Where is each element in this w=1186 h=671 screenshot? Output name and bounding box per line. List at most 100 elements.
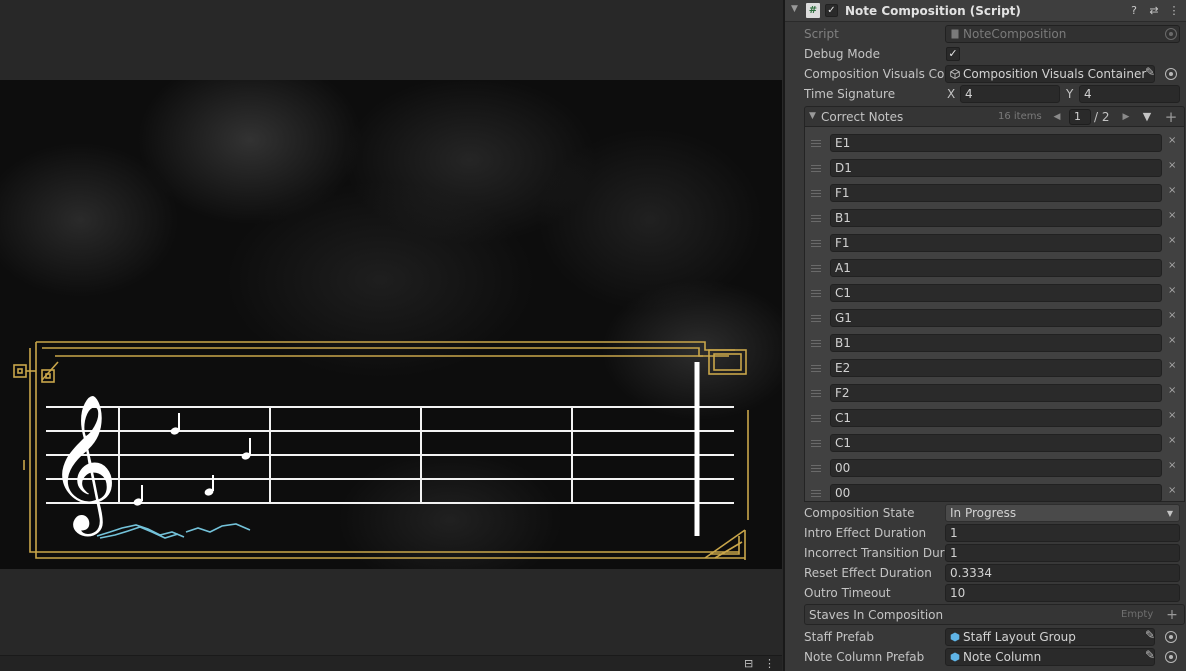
edit-pencil-icon[interactable]: ✎ xyxy=(1145,65,1155,79)
edit-pencil-icon[interactable]: ✎ xyxy=(1145,628,1155,642)
intro-effect-duration-field[interactable]: 1 xyxy=(945,524,1180,542)
note-value-field[interactable]: E2 xyxy=(830,359,1162,377)
staff-prefab-field[interactable]: Staff Layout Group xyxy=(945,628,1155,646)
list-item[interactable]: 00 × xyxy=(805,456,1184,481)
remove-element-icon[interactable]: × xyxy=(1168,460,1176,471)
object-picker-icon[interactable] xyxy=(1165,68,1177,80)
remove-element-icon[interactable]: × xyxy=(1168,235,1176,246)
drag-handle-icon[interactable] xyxy=(811,140,821,147)
page-prev-icon[interactable]: ◀ xyxy=(1049,109,1065,125)
remove-element-icon[interactable]: × xyxy=(1168,160,1176,171)
list-item[interactable]: C1 × xyxy=(805,281,1184,306)
drag-handle-icon[interactable] xyxy=(811,290,821,297)
game-canvas[interactable]: 𝄞 xyxy=(0,80,782,569)
composition-visuals-container-field[interactable]: Composition Visuals Container xyxy=(945,65,1155,83)
outro-timeout-field[interactable]: 10 xyxy=(945,584,1180,602)
edit-pencil-icon[interactable]: ✎ xyxy=(1145,648,1155,662)
remove-element-icon[interactable]: × xyxy=(1168,210,1176,221)
staves-in-composition-list[interactable]: Staves In Composition Empty + xyxy=(804,604,1185,625)
list-item[interactable]: F1 × xyxy=(805,231,1184,256)
remove-element-icon[interactable]: × xyxy=(1168,385,1176,396)
object-picker-icon[interactable] xyxy=(1165,631,1177,643)
page-dropdown-icon[interactable]: ▼ xyxy=(1139,109,1155,125)
note-value-field[interactable]: A1 xyxy=(830,259,1162,277)
object-picker-icon[interactable] xyxy=(1165,651,1177,663)
drag-handle-icon[interactable] xyxy=(811,315,821,322)
kebab-menu-icon[interactable]: ⋮ xyxy=(1167,3,1181,18)
component-enabled-checkbox[interactable]: ✓ xyxy=(825,4,838,17)
list-item[interactable]: C1 × xyxy=(805,431,1184,456)
remove-element-icon[interactable]: × xyxy=(1168,185,1176,196)
list-item[interactable]: B1 × xyxy=(805,331,1184,356)
help-icon[interactable]: ? xyxy=(1127,3,1141,18)
note-value-field[interactable]: B1 xyxy=(830,209,1162,227)
drag-handle-icon[interactable] xyxy=(811,340,821,347)
note-value-field[interactable]: F1 xyxy=(830,234,1162,252)
drag-handle-icon[interactable] xyxy=(811,490,821,497)
list-item[interactable]: C1 × xyxy=(805,406,1184,431)
note-value-field[interactable]: E1 xyxy=(830,134,1162,152)
add-element-icon[interactable]: + xyxy=(1163,109,1179,125)
list-item[interactable]: F2 × xyxy=(805,381,1184,406)
list-item[interactable]: D1 × xyxy=(805,156,1184,181)
note-value-field[interactable]: 00 xyxy=(830,459,1162,477)
note-value-field[interactable]: C1 xyxy=(830,284,1162,302)
presets-icon[interactable]: ⇄ xyxy=(1147,3,1161,18)
drag-handle-icon[interactable] xyxy=(811,265,821,272)
time-signature-y-field[interactable]: 4 xyxy=(1079,85,1180,103)
lock-icon[interactable]: ⊟ xyxy=(744,657,753,670)
note-value-field[interactable]: C1 xyxy=(830,434,1162,452)
remove-element-icon[interactable]: × xyxy=(1168,135,1176,146)
remove-element-icon[interactable]: × xyxy=(1168,435,1176,446)
page-number-field[interactable]: 1 xyxy=(1069,109,1091,125)
drag-handle-icon[interactable] xyxy=(811,365,821,372)
foldout-arrow-icon[interactable]: ▼ xyxy=(791,4,798,14)
list-item[interactable]: F1 × xyxy=(805,181,1184,206)
drag-handle-icon[interactable] xyxy=(811,440,821,447)
note-value-field[interactable]: G1 xyxy=(830,309,1162,327)
note-column-prefab-field[interactable]: Note Column xyxy=(945,648,1155,666)
list-item[interactable]: G1 × xyxy=(805,306,1184,331)
correct-notes-header[interactable]: ▼ Correct Notes 16 items ◀ 1 / 2 ▶ ▼ + xyxy=(804,106,1185,127)
remove-element-icon[interactable]: × xyxy=(1168,260,1176,271)
inspector-panel: ▼ # ✓ Note Composition (Script) ? ⇄ ⋮ Sc… xyxy=(783,0,1186,671)
drag-handle-icon[interactable] xyxy=(811,165,821,172)
note-value-field[interactable]: F1 xyxy=(830,184,1162,202)
drag-handle-icon[interactable] xyxy=(811,465,821,472)
time-signature-x-label[interactable]: X xyxy=(947,87,955,101)
time-signature-x-field[interactable]: 4 xyxy=(960,85,1060,103)
drag-handle-icon[interactable] xyxy=(811,240,821,247)
page-next-icon[interactable]: ▶ xyxy=(1118,109,1134,125)
list-item[interactable]: E1 × xyxy=(805,131,1184,156)
composition-state-dropdown[interactable]: In Progress ▼ xyxy=(945,504,1180,522)
correct-notes-list: ▼ Correct Notes 16 items ◀ 1 / 2 ▶ ▼ + E… xyxy=(804,106,1185,502)
drag-handle-icon[interactable] xyxy=(811,190,821,197)
debug-mode-checkbox[interactable]: ✓ xyxy=(946,47,960,61)
note-value-field[interactable]: F2 xyxy=(830,384,1162,402)
time-signature-y-label[interactable]: Y xyxy=(1066,87,1073,101)
note-value-field[interactable]: C1 xyxy=(830,409,1162,427)
note-value-field[interactable]: D1 xyxy=(830,159,1162,177)
list-item[interactable]: B1 × xyxy=(805,206,1184,231)
remove-element-icon[interactable]: × xyxy=(1168,310,1176,321)
list-item[interactable]: A1 × xyxy=(805,256,1184,281)
kebab-menu-icon[interactable]: ⋮ xyxy=(764,657,775,670)
note-value-field[interactable]: 00 xyxy=(830,484,1162,502)
remove-element-icon[interactable]: × xyxy=(1168,485,1176,496)
drag-handle-icon[interactable] xyxy=(811,390,821,397)
script-picker-icon xyxy=(1165,28,1177,40)
list-item[interactable]: E2 × xyxy=(805,356,1184,381)
component-header[interactable]: ▼ # ✓ Note Composition (Script) ? ⇄ ⋮ xyxy=(785,0,1186,22)
remove-element-icon[interactable]: × xyxy=(1168,410,1176,421)
add-element-icon[interactable]: + xyxy=(1163,606,1181,624)
composition-visuals-container-value: Composition Visuals Container xyxy=(963,67,1147,81)
incorrect-transition-duration-field[interactable]: 1 xyxy=(945,544,1180,562)
reset-effect-duration-field[interactable]: 0.3334 xyxy=(945,564,1180,582)
note-value-field[interactable]: B1 xyxy=(830,334,1162,352)
remove-element-icon[interactable]: × xyxy=(1168,335,1176,346)
remove-element-icon[interactable]: × xyxy=(1168,285,1176,296)
drag-handle-icon[interactable] xyxy=(811,215,821,222)
remove-element-icon[interactable]: × xyxy=(1168,360,1176,371)
foldout-arrow-icon[interactable]: ▼ xyxy=(809,111,816,121)
drag-handle-icon[interactable] xyxy=(811,415,821,422)
